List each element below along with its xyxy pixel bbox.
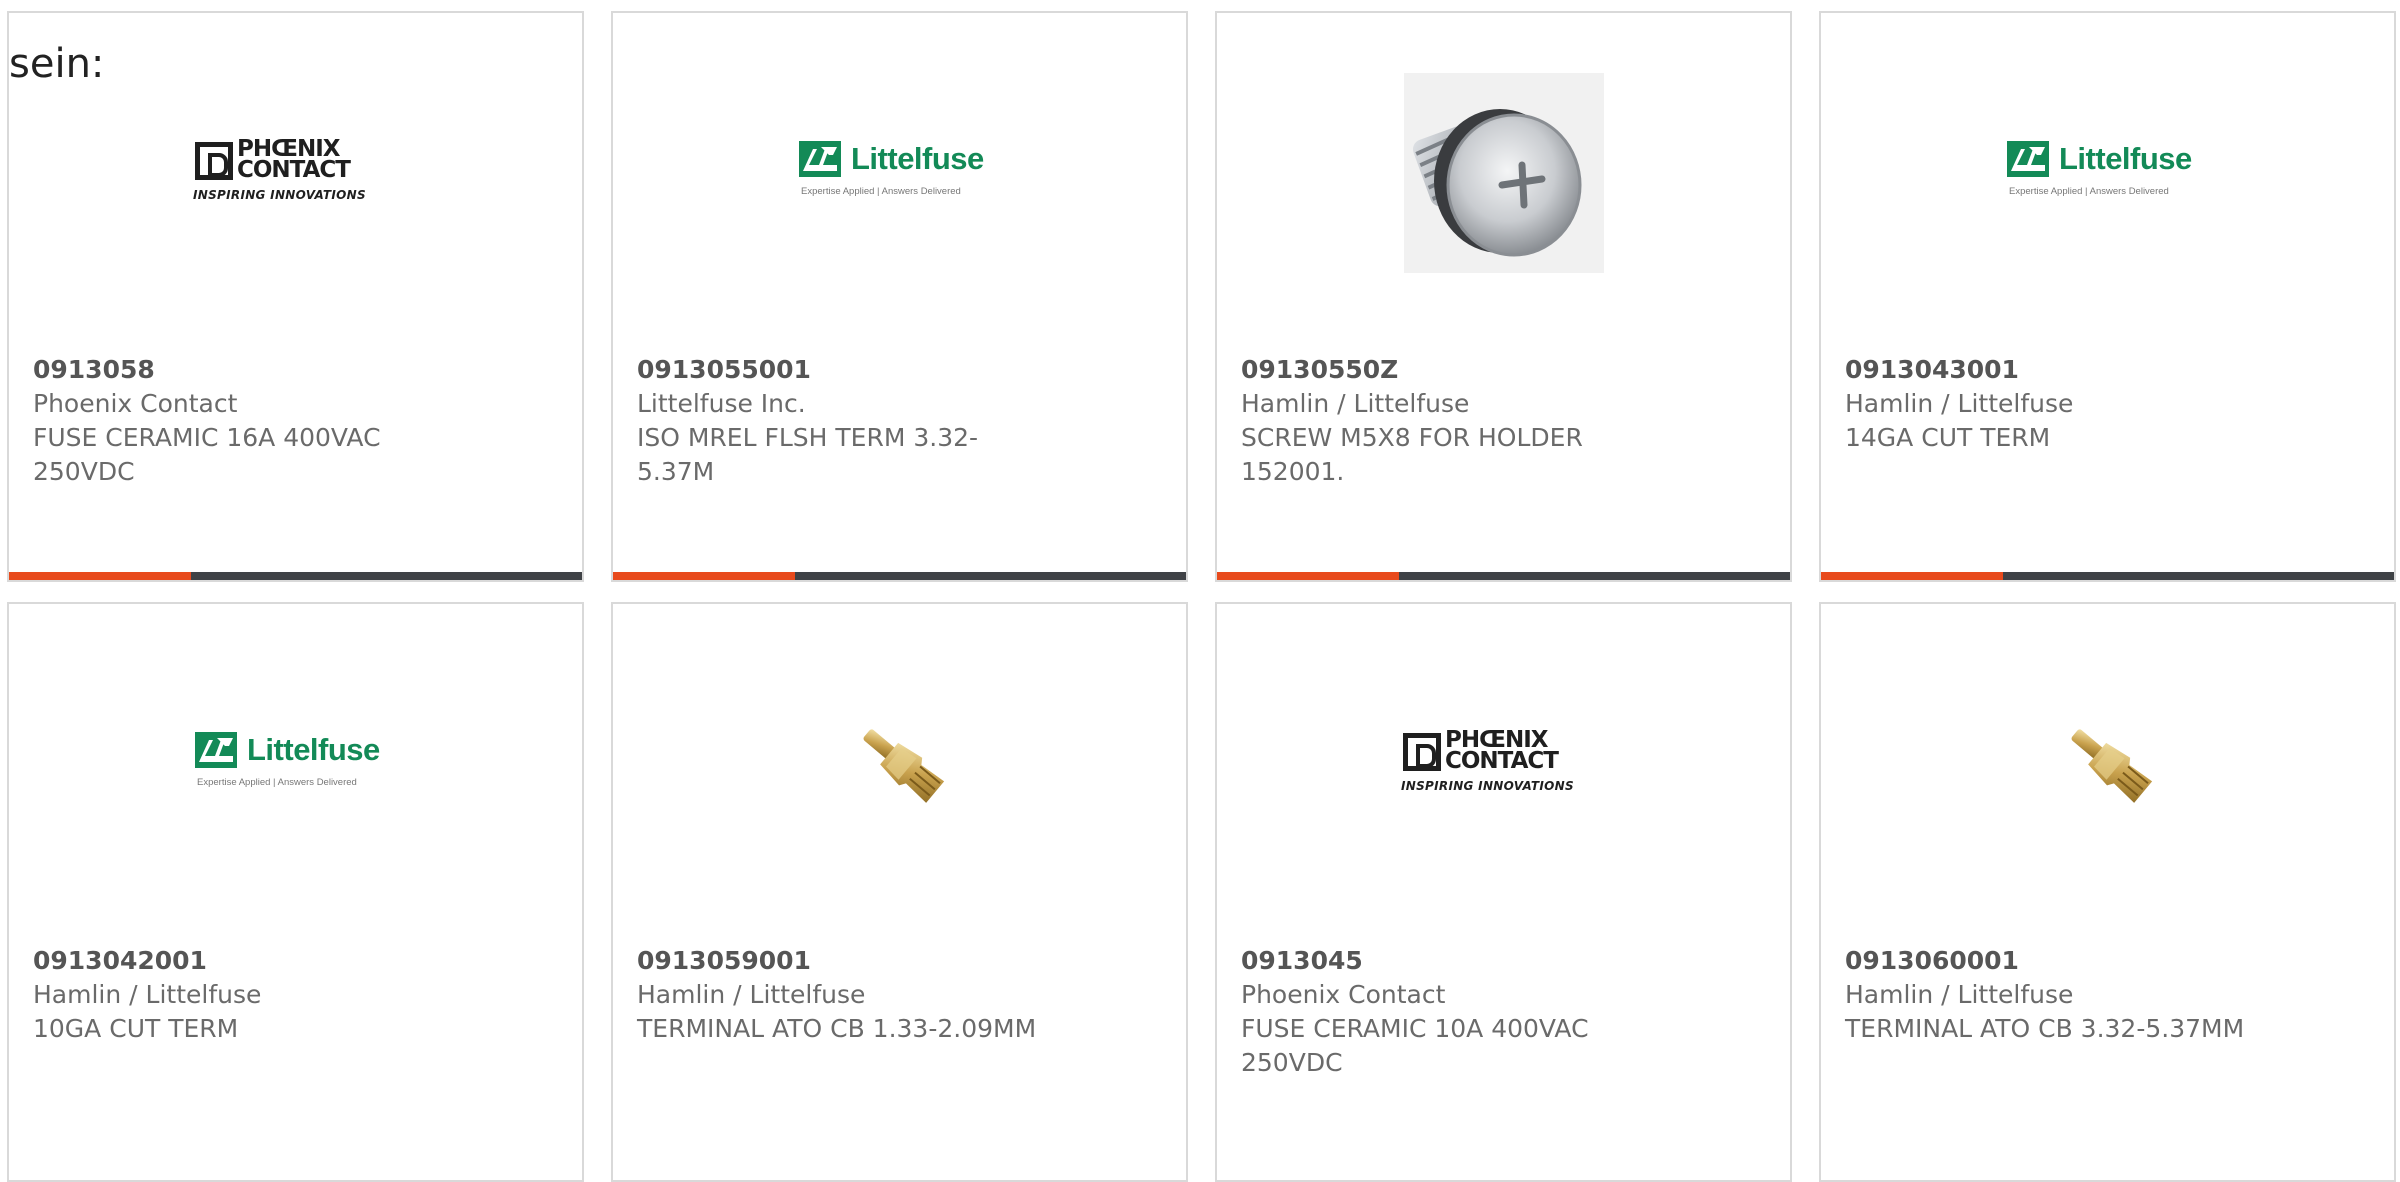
description-line: ISO MREL FLSH TERM 3.32-: [637, 423, 979, 452]
manufacturer: Hamlin / Littelfuse: [33, 980, 262, 1009]
product-image[interactable]: Littelfuse Expertise Applied | Answers D…: [1821, 63, 2394, 283]
description-line: 10GA CUT TERM: [33, 1014, 239, 1043]
screw-photo: [1403, 73, 1604, 273]
card-accent: [613, 572, 795, 580]
description-line: TERMINAL ATO CB 1.33-2.09MM: [637, 1014, 1037, 1043]
part-number[interactable]: 0913045: [1241, 944, 1761, 978]
card-accent: [1821, 572, 2003, 580]
product-image[interactable]: [613, 654, 1186, 874]
product-card[interactable]: 09130550Z Hamlin / Littelfuse SCREW M5X8…: [1215, 11, 1792, 582]
terminal-photo: [863, 729, 944, 803]
product-image[interactable]: PHŒNIX CONTACT INSPIRING INNOVATIONS: [1217, 654, 1790, 874]
phoenix-contact-logo: PHŒNIX CONTACT INSPIRING INNOVATIONS: [193, 136, 366, 203]
product-card[interactable]: PHŒNIX CONTACT INSPIRING INNOVATIONS 091…: [1215, 602, 1792, 1182]
description-line: 152001.: [1241, 457, 1345, 486]
littelfuse-mark-icon: [2007, 141, 2049, 177]
product-card[interactable]: Littelfuse Expertise Applied | Answers D…: [7, 602, 584, 1182]
product-image[interactable]: PHŒNIX CONTACT INSPIRING INNOVATIONS: [9, 63, 582, 283]
part-number[interactable]: 0913060001: [1845, 944, 2365, 978]
description-line: 250VDC: [33, 457, 135, 486]
part-number[interactable]: 0913055001: [637, 353, 1157, 387]
description-line: 5.37M: [637, 457, 715, 486]
part-number[interactable]: 0913059001: [637, 944, 1157, 978]
manufacturer: Phoenix Contact: [1241, 980, 1446, 1009]
product-card[interactable]: Littelfuse Expertise Applied | Answers D…: [1819, 11, 2396, 582]
product-card[interactable]: Littelfuse Expertise Applied | Answers D…: [611, 11, 1188, 582]
card-accent: [1217, 572, 1399, 580]
description-line: FUSE CERAMIC 10A 400VAC: [1241, 1014, 1589, 1043]
description-line: 14GA CUT TERM: [1845, 423, 2051, 452]
littelfuse-logo: Littelfuse Expertise Applied | Answers D…: [799, 141, 984, 197]
manufacturer: Hamlin / Littelfuse: [637, 980, 866, 1009]
littelfuse-mark-icon: [799, 141, 841, 177]
card-accent: [9, 572, 191, 580]
manufacturer: Littelfuse Inc.: [637, 389, 806, 418]
phoenix-contact-logo: PHŒNIX CONTACT INSPIRING INNOVATIONS: [1401, 727, 1574, 794]
littelfuse-logo: Littelfuse Expertise Applied | Answers D…: [2007, 141, 2192, 197]
part-number[interactable]: 0913043001: [1845, 353, 2365, 387]
manufacturer: Hamlin / Littelfuse: [1845, 389, 2074, 418]
product-image[interactable]: Littelfuse Expertise Applied | Answers D…: [9, 654, 582, 874]
product-card[interactable]: 0913060001 Hamlin / Littelfuse TERMINAL …: [1819, 602, 2396, 1182]
manufacturer: Hamlin / Littelfuse: [1845, 980, 2074, 1009]
manufacturer: Phoenix Contact: [33, 389, 238, 418]
littelfuse-mark-icon: [195, 732, 237, 768]
product-image[interactable]: Littelfuse Expertise Applied | Answers D…: [613, 63, 1186, 283]
description-line: 250VDC: [1241, 1048, 1343, 1077]
card-bottom-bar: [1217, 572, 1790, 580]
intro-text: sein:: [9, 41, 105, 87]
card-bottom-bar: [1821, 572, 2394, 580]
manufacturer: Hamlin / Littelfuse: [1241, 389, 1470, 418]
littelfuse-logo: Littelfuse Expertise Applied | Answers D…: [195, 732, 380, 788]
part-number[interactable]: 0913058: [33, 353, 553, 387]
product-image[interactable]: [1821, 654, 2394, 874]
product-image[interactable]: [1217, 63, 1790, 283]
part-number[interactable]: 09130550Z: [1241, 353, 1761, 387]
product-card[interactable]: PHŒNIX CONTACT INSPIRING INNOVATIONS 091…: [7, 11, 584, 582]
description-line: SCREW M5X8 FOR HOLDER: [1241, 423, 1583, 452]
terminal-photo: [2071, 729, 2152, 803]
card-bottom-bar: [613, 572, 1186, 580]
product-card[interactable]: 0913059001 Hamlin / Littelfuse TERMINAL …: [611, 602, 1188, 1182]
card-bottom-bar: [9, 572, 582, 580]
part-number[interactable]: 0913042001: [33, 944, 553, 978]
description-line: TERMINAL ATO CB 3.32-5.37MM: [1845, 1014, 2245, 1043]
description-line: FUSE CERAMIC 16A 400VAC: [33, 423, 381, 452]
